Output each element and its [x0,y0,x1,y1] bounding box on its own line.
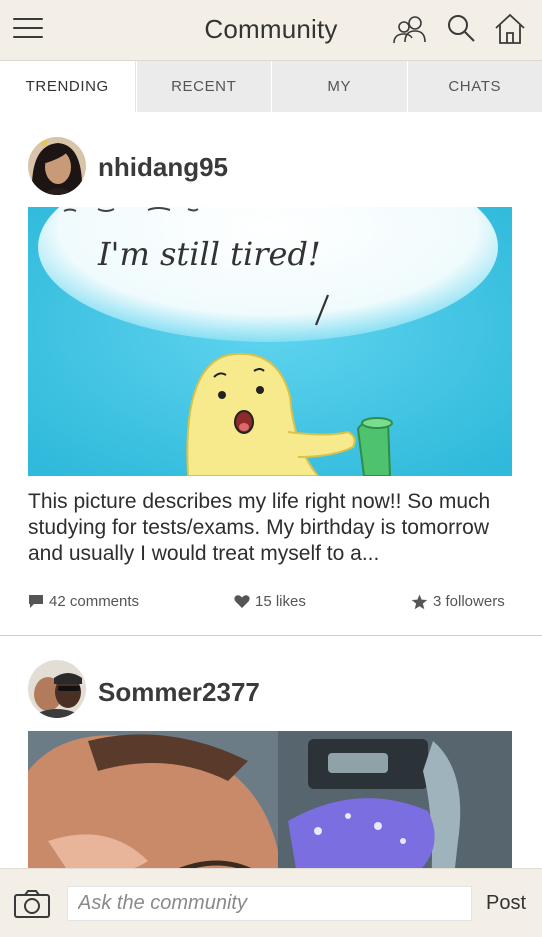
comments-count: 42 comments [49,593,139,610]
members-icon[interactable] [392,12,426,46]
comments-stat[interactable]: 42 comments [28,593,139,610]
followers-stat[interactable]: 3 followers [411,593,505,610]
post-card: nhidang95 I'm still tir [0,112,542,636]
avatar[interactable] [28,660,86,718]
tab-my[interactable]: MY [271,61,407,112]
tab-recent[interactable]: RECENT [136,61,272,112]
likes-count: 15 likes [255,593,306,610]
ask-community-input[interactable] [67,886,472,921]
composer-bar: Post [0,868,542,937]
post-image[interactable]: I'm still tired! [28,207,512,476]
post-stats: 42 comments 15 likes 3 followers [28,593,512,615]
star-icon [411,594,428,610]
search-icon[interactable] [444,12,478,46]
feed: nhidang95 I'm still tir [0,112,542,936]
comment-icon [28,594,44,609]
tab-chats[interactable]: CHATS [407,61,542,112]
post-button[interactable]: Post [486,892,526,915]
camera-icon[interactable] [13,889,51,919]
post-text[interactable]: This picture describes my life right now… [28,489,514,567]
tab-bar: TRENDING RECENT MY CHATS [0,61,542,112]
image-caption: I'm still tired! [97,235,321,273]
tab-trending[interactable]: TRENDING [0,61,136,112]
avatar[interactable] [28,137,86,195]
top-bar: Community [0,0,542,61]
followers-count: 3 followers [433,593,505,610]
username[interactable]: nhidang95 [98,152,228,183]
heart-icon [234,594,250,609]
home-icon[interactable] [493,12,527,46]
likes-stat[interactable]: 15 likes [234,593,306,610]
username[interactable]: Sommer2377 [98,677,260,708]
